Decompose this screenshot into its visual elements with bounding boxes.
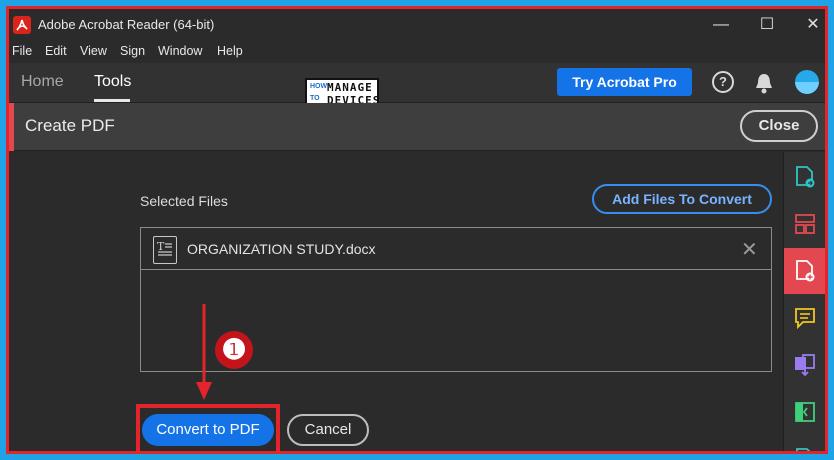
avatar[interactable]	[795, 70, 819, 94]
combine-files-icon[interactable]	[784, 342, 825, 388]
app-window: Adobe Acrobat Reader (64-bit) — ☐ ✕ File…	[6, 6, 828, 454]
svg-text:T: T	[157, 240, 165, 253]
close-tool-button[interactable]: Close	[740, 110, 818, 142]
help-icon[interactable]: ?	[712, 71, 734, 93]
cancel-button[interactable]: Cancel	[287, 414, 369, 446]
notifications-icon[interactable]	[753, 71, 775, 95]
menu-view[interactable]: View	[80, 44, 107, 58]
tool-header: Create PDF Close	[9, 103, 825, 151]
menu-edit[interactable]: Edit	[45, 44, 67, 58]
file-name: ORGANIZATION STUDY.docx	[187, 241, 376, 257]
try-acrobat-pro-button[interactable]: Try Acrobat Pro	[557, 68, 692, 96]
menu-help[interactable]: Help	[217, 44, 243, 58]
close-window-icon[interactable]: ✕	[803, 15, 823, 35]
menu-window[interactable]: Window	[158, 44, 202, 58]
active-tab-indicator	[94, 99, 130, 102]
selected-files-label: Selected Files	[140, 193, 228, 209]
create-pdf-icon[interactable]	[784, 248, 825, 294]
menu-bar: File Edit View Sign Window Help	[9, 41, 825, 63]
export-pdf-icon[interactable]	[784, 154, 825, 200]
comment-icon[interactable]	[784, 295, 825, 341]
menu-file[interactable]: File	[12, 44, 32, 58]
annotation-arrow	[196, 304, 212, 400]
minimize-icon[interactable]: —	[711, 15, 731, 35]
more-tools-icon[interactable]	[784, 436, 825, 451]
title-bar: Adobe Acrobat Reader (64-bit) — ☐ ✕	[9, 9, 825, 41]
annotation-step-number: ❶	[215, 331, 253, 369]
nav-bar: Home Tools HOW TO MANAGE DEVICES Try Acr…	[9, 63, 825, 110]
tab-tools[interactable]: Tools	[94, 73, 131, 91]
menu-sign[interactable]: Sign	[120, 44, 145, 58]
add-files-button[interactable]: Add Files To Convert	[592, 184, 772, 214]
maximize-icon[interactable]: ☐	[757, 15, 777, 35]
right-tools-rail	[783, 152, 825, 451]
compress-icon[interactable]	[784, 389, 825, 435]
tab-home[interactable]: Home	[21, 73, 64, 91]
window-title: Adobe Acrobat Reader (64-bit)	[38, 17, 215, 32]
list-item[interactable]: T ORGANIZATION STUDY.docx ✕	[141, 228, 771, 270]
word-document-icon: T	[153, 236, 177, 264]
remove-file-icon[interactable]: ✕	[741, 237, 758, 262]
convert-to-pdf-button[interactable]: Convert to PDF	[142, 414, 274, 446]
tool-accent-bar	[9, 103, 14, 151]
page-title: Create PDF	[25, 116, 115, 135]
create-pdf-panel: Selected Files Add Files To Convert T OR…	[9, 152, 783, 451]
acrobat-logo-icon	[13, 16, 31, 34]
organize-pages-icon[interactable]	[784, 201, 825, 247]
